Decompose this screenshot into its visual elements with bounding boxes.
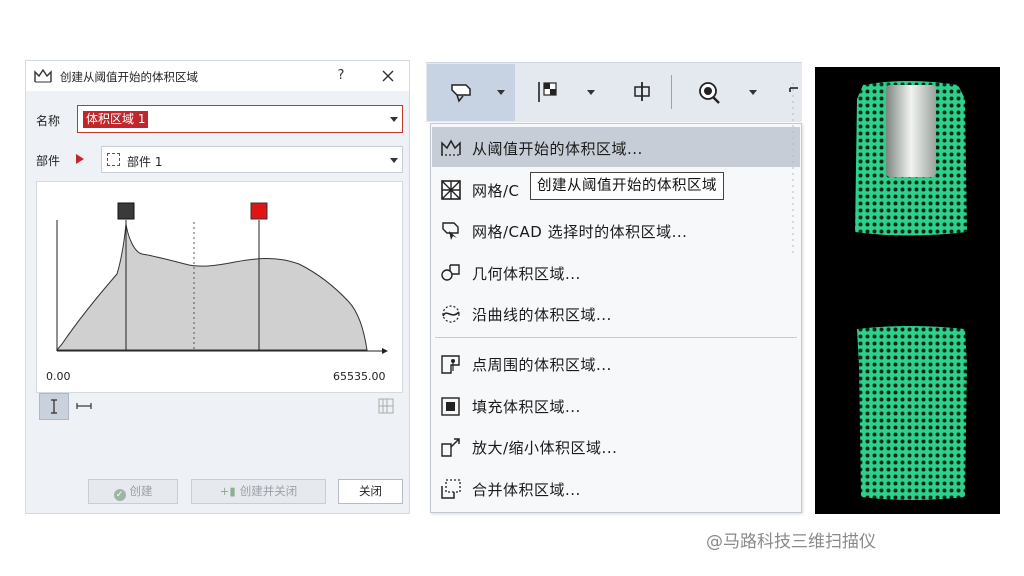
- name-label: 名称: [36, 114, 61, 128]
- menu-item-threshold-region[interactable]: 从阈值开始的体积区域...: [432, 127, 800, 167]
- curve-region-icon: [442, 305, 460, 323]
- volume-region-tool-icon: [451, 84, 471, 103]
- close-button[interactable]: 关闭: [338, 479, 403, 504]
- part-label: 部件: [36, 154, 61, 168]
- grid-select-button[interactable]: [534, 79, 564, 105]
- mesh-cad-select-icon: [442, 222, 459, 240]
- mesh-cad-icon: [441, 180, 461, 200]
- check-circle-icon: ✓: [113, 489, 126, 501]
- geometry-region-icon: [441, 264, 460, 281]
- region-toolbar: [426, 62, 802, 122]
- menu-item-mesh-cad-select[interactable]: 网格/CAD 选择时的体积区域...: [432, 210, 800, 250]
- menu-item-label: 沿曲线的体积区域...: [472, 306, 612, 324]
- menu-item-label: 几何体积区域...: [472, 265, 581, 283]
- single-threshold-icon: [51, 399, 57, 414]
- create-button[interactable]: ✓ 创建: [88, 479, 178, 504]
- create-and-close-button[interactable]: +▮ 创建并关闭: [191, 479, 326, 504]
- lattice-part-lower: [857, 326, 967, 500]
- lattice-render: [855, 81, 967, 500]
- menu-item-merge-region[interactable]: 合并体积区域...: [432, 468, 800, 508]
- help-button[interactable]: ?: [333, 67, 349, 85]
- required-marker-icon: [76, 154, 84, 164]
- tooltip: 创建从阈值开始的体积区域: [530, 172, 724, 200]
- single-threshold-button[interactable]: [39, 393, 69, 420]
- range-icon: [76, 403, 92, 409]
- part-icon: [107, 153, 120, 166]
- magnify-icon: [699, 82, 720, 104]
- create-and-close-label: 创建并关闭: [239, 484, 298, 498]
- part-value: 部件 1: [127, 155, 163, 169]
- histogram-tools: [39, 391, 403, 421]
- menu-item-label: 点周围的体积区域...: [472, 356, 612, 374]
- menu-item-point-region[interactable]: 点周围的体积区域...: [432, 343, 800, 383]
- chevron-down-icon[interactable]: [390, 158, 398, 163]
- menu-item-label: 填充体积区域...: [472, 398, 581, 416]
- x-axis-arrow-icon: [382, 348, 388, 354]
- histogram-options-button[interactable]: [375, 393, 397, 420]
- dialog-title: 创建从阈值开始的体积区域: [60, 70, 198, 84]
- lower-threshold-handle[interactable]: [117, 202, 135, 220]
- menu-item-label: 合并体积区域...: [472, 481, 581, 499]
- chevron-down-icon[interactable]: [497, 90, 505, 95]
- name-value: 体积区域 1: [83, 111, 149, 128]
- threshold-region-icon: [441, 139, 461, 156]
- point-region-icon: [441, 355, 460, 374]
- menu-item-fill-region[interactable]: 填充体积区域...: [432, 385, 800, 425]
- toolbar-separator: [671, 75, 672, 109]
- magnify-button[interactable]: [696, 79, 722, 105]
- menu-item-curve-region[interactable]: 沿曲线的体积区域...: [432, 293, 800, 333]
- create-volume-region-dialog: 创建从阈值开始的体积区域 ? 名称 体积区域 1 部件 部件 1 0.00 65: [25, 60, 410, 514]
- volume-region-tool-button[interactable]: [427, 64, 515, 121]
- menu-item-label: 放大/缩小体积区域...: [472, 439, 618, 457]
- chevron-down-icon[interactable]: [587, 90, 595, 95]
- close-label: 关闭: [359, 484, 382, 498]
- watermark: @马路科技三维扫描仪: [706, 532, 876, 552]
- threshold-region-icon: [34, 68, 52, 83]
- part-select[interactable]: 部件 1: [101, 146, 403, 173]
- menu-item-label: 从阈值开始的体积区域...: [472, 140, 643, 158]
- chevron-down-icon[interactable]: [749, 90, 757, 95]
- menu-resize-icon: [792, 83, 794, 253]
- menu-item-label: 网格/C: [472, 182, 520, 200]
- merge-region-icon: [441, 479, 461, 499]
- menu-item-grow-shrink-region[interactable]: 放大/缩小体积区域...: [432, 426, 800, 466]
- close-icon[interactable]: [378, 66, 398, 86]
- chevron-down-icon[interactable]: [390, 117, 398, 122]
- axis-max-label: 65535.00: [333, 370, 386, 383]
- midpoint-button[interactable]: [631, 79, 653, 105]
- create-label: 创建: [129, 484, 153, 498]
- threaded-insert: [886, 85, 936, 177]
- upper-threshold-handle[interactable]: [250, 202, 268, 220]
- threshold-histogram[interactable]: 0.00 65535.00: [36, 181, 403, 393]
- midpoint-icon: [634, 82, 650, 101]
- grid-select-icon: [538, 82, 557, 102]
- dialog-titlebar: 创建从阈值开始的体积区域 ?: [26, 61, 409, 91]
- name-field[interactable]: 体积区域 1: [77, 105, 403, 133]
- create-close-icon: +▮: [219, 484, 236, 498]
- histogram-graph: [55, 202, 388, 354]
- histogram-area: [55, 223, 368, 351]
- histogram-grid-icon: [378, 398, 394, 414]
- menu-item-label: 网格/CAD 选择时的体积区域...: [472, 223, 688, 241]
- axis-min-label: 0.00: [46, 370, 71, 383]
- fill-region-icon: [441, 397, 460, 416]
- range-threshold-button[interactable]: [73, 393, 95, 420]
- menu-item-geometry-region[interactable]: 几何体积区域...: [432, 252, 800, 292]
- menu-separator: [435, 337, 797, 338]
- 3d-viewport[interactable]: [815, 67, 1000, 514]
- grow-shrink-region-icon: [441, 438, 460, 457]
